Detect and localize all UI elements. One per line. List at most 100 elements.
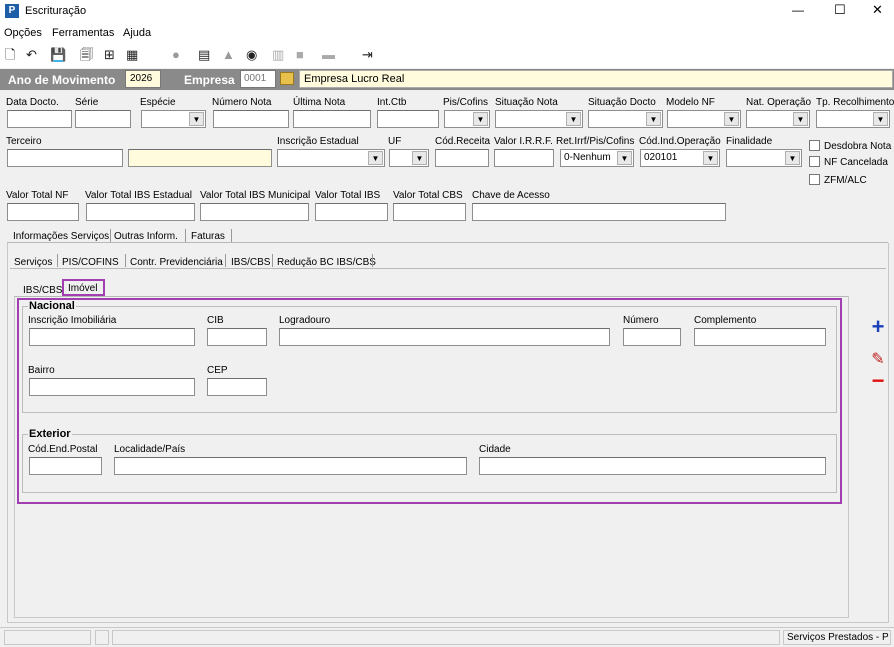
exit-icon[interactable]: ⇥: [362, 48, 373, 62]
bairro-input[interactable]: [29, 378, 195, 396]
complemento-input[interactable]: [694, 328, 826, 346]
serie-input[interactable]: [75, 110, 131, 128]
menu-opcoes[interactable]: Opções: [4, 27, 42, 39]
chevron-down-icon[interactable]: ▼: [873, 112, 888, 126]
tab-reducao-bc[interactable]: Redução BC IBS/CBS: [277, 257, 376, 268]
valor-ibs-input[interactable]: [315, 203, 388, 221]
menu-ferramentas[interactable]: Ferramentas: [52, 27, 114, 39]
tab-inner-ibs-cbs[interactable]: IBS/CBS: [23, 285, 62, 296]
chevron-down-icon[interactable]: ▼: [368, 151, 383, 165]
uf-label: UF: [388, 136, 402, 147]
preview-icon[interactable]: 🗐: [80, 48, 93, 62]
chevron-down-icon[interactable]: ▼: [724, 112, 739, 126]
chevron-down-icon[interactable]: ▼: [412, 151, 427, 165]
localidade-input[interactable]: [114, 457, 467, 475]
chevron-down-icon[interactable]: ▼: [785, 151, 800, 165]
chevron-down-icon[interactable]: ▼: [473, 112, 488, 126]
block-icon: ■: [296, 47, 304, 62]
ibs-municipal-input[interactable]: [200, 203, 309, 221]
tab-divider: [225, 254, 226, 267]
cod-end-postal-input[interactable]: [29, 457, 102, 475]
add-button[interactable]: +: [866, 316, 890, 338]
desdobra-checkbox[interactable]: [809, 140, 820, 151]
nat-operacao-select[interactable]: ▼: [746, 110, 810, 128]
undo-icon[interactable]: ↶: [26, 48, 37, 62]
nf-cancelada-checkbox[interactable]: [809, 156, 820, 167]
remove-button[interactable]: −: [866, 370, 890, 392]
calc-icon[interactable]: ▦: [126, 48, 138, 62]
save-icon[interactable]: 💾: [50, 48, 66, 62]
maximize-button[interactable]: ☐: [834, 2, 846, 18]
chevron-down-icon[interactable]: ▼: [793, 112, 808, 126]
ret-irrf-select[interactable]: 0-Nenhum ▼: [560, 149, 634, 167]
cod-end-postal-label: Cód.End.Postal: [28, 444, 98, 455]
chevron-down-icon[interactable]: ▼: [189, 112, 204, 126]
valor-total-nf-input[interactable]: [7, 203, 79, 221]
cod-ind-operacao-select[interactable]: 020101 ▼: [640, 149, 720, 167]
ibs-estadual-input[interactable]: [86, 203, 195, 221]
tp-recolhimento-select[interactable]: ▼: [816, 110, 890, 128]
tab-informacoes-servicos[interactable]: Informações Serviços: [13, 231, 109, 242]
cidade-label: Cidade: [479, 444, 511, 455]
menu-bar: Opções Ferramentas Ajuda: [0, 22, 894, 42]
apple-icon: ●: [172, 47, 180, 62]
tree-icon[interactable]: ⊞: [104, 48, 115, 62]
empresa-code-field[interactable]: 0001: [240, 70, 276, 88]
terceiro-code-input[interactable]: [7, 149, 123, 167]
tab-pis-cofins[interactable]: PIS/COFINS: [62, 257, 119, 268]
empresa-label: Empresa: [184, 73, 235, 87]
chevron-down-icon[interactable]: ▼: [617, 151, 632, 165]
ultima-nota-input[interactable]: [293, 110, 371, 128]
numero-input[interactable]: [623, 328, 681, 346]
logradouro-label: Logradouro: [279, 315, 331, 326]
cidade-input[interactable]: [479, 457, 826, 475]
valor-irrf-input[interactable]: [494, 149, 554, 167]
inscricao-estadual-select[interactable]: ▼: [277, 149, 385, 167]
cep-input[interactable]: [207, 378, 267, 396]
close-button[interactable]: ✕: [872, 2, 883, 18]
zfm-checkbox[interactable]: [809, 174, 820, 185]
cib-label: CIB: [207, 315, 224, 326]
data-docto-input[interactable]: [7, 110, 72, 128]
cod-receita-input[interactable]: [435, 149, 489, 167]
new-icon[interactable]: 🗋: [5, 48, 15, 62]
menu-ajuda[interactable]: Ajuda: [123, 27, 151, 39]
money-icon[interactable]: ◉: [246, 48, 257, 62]
logradouro-input[interactable]: [279, 328, 610, 346]
chevron-down-icon[interactable]: ▼: [566, 112, 581, 126]
finalidade-select[interactable]: ▼: [726, 149, 802, 167]
chevron-down-icon[interactable]: ▼: [703, 151, 718, 165]
especie-select[interactable]: ▼: [141, 110, 206, 128]
chevron-down-icon[interactable]: ▼: [646, 112, 661, 126]
situacao-nota-select[interactable]: ▼: [495, 110, 583, 128]
modelo-nf-select[interactable]: ▼: [667, 110, 741, 128]
grid-icon: ▥: [272, 47, 285, 62]
valor-total-nf-label: Valor Total NF: [6, 190, 69, 201]
tab-faturas[interactable]: Faturas: [191, 231, 225, 242]
situacao-docto-select[interactable]: ▼: [588, 110, 663, 128]
book-icon[interactable]: ▤: [198, 48, 210, 62]
edit-icon[interactable]: ✎: [866, 350, 890, 370]
pis-cofins-select[interactable]: ▼: [444, 110, 490, 128]
ano-label: Ano de Movimento: [8, 73, 116, 87]
ano-field[interactable]: 2026: [125, 70, 161, 88]
tab-servicos[interactable]: Serviços: [14, 257, 52, 268]
status-cell-2: [95, 630, 109, 645]
int-ctb-input[interactable]: [377, 110, 439, 128]
minimize-button[interactable]: —: [792, 3, 804, 17]
app-icon: P: [5, 4, 19, 18]
inscricao-imobiliaria-input[interactable]: [29, 328, 195, 346]
tab-divider: [231, 229, 232, 242]
cib-input[interactable]: [207, 328, 267, 346]
uf-select[interactable]: ▼: [389, 149, 429, 167]
valor-cbs-input[interactable]: [393, 203, 466, 221]
status-cell-3: [112, 630, 780, 645]
folder-icon[interactable]: [280, 72, 294, 85]
tab-contr-previdenciaria[interactable]: Contr. Previdenciária: [130, 257, 223, 268]
numero-label: Número: [623, 315, 659, 326]
cod-receita-label: Cód.Receita: [435, 136, 491, 147]
tab-outras-inform[interactable]: Outras Inform.: [114, 231, 178, 242]
chave-input[interactable]: [472, 203, 726, 221]
tab-ibs-cbs[interactable]: IBS/CBS: [231, 257, 270, 268]
numero-nota-input[interactable]: [213, 110, 289, 128]
